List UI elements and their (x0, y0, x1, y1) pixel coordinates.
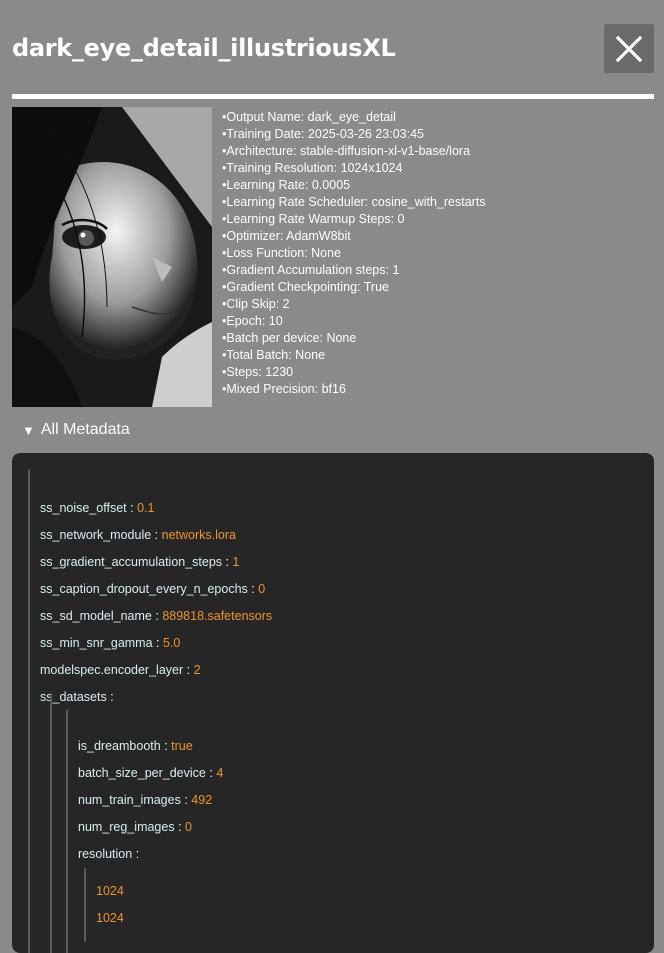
metadata-entry: modelspec.encoder_layer : 2 (40, 663, 201, 677)
metadata-value: 492 (191, 793, 213, 807)
header-divider (12, 94, 654, 99)
metadata-entry: ss_network_module : networks.lora (40, 528, 236, 542)
metadata-separator: : (130, 501, 134, 515)
metadata-key: ss_min_snr_gamma (40, 636, 153, 650)
resolution-bracket (84, 868, 86, 942)
metadata-separator: : (164, 739, 168, 753)
metadata-value: true (171, 739, 193, 753)
metadata-key: is_dreambooth (78, 739, 161, 753)
info-item: Training Resolution: 1024x1024 (222, 160, 486, 177)
metadata-entry: ss_noise_offset : 0.1 (40, 501, 154, 515)
metadata-separator: : (135, 847, 140, 861)
metadata-entry: num_train_images : 492 (78, 793, 212, 807)
training-info-list: Output Name: dark_eye_detail Training Da… (222, 109, 486, 398)
metadata-separator: : (184, 793, 188, 807)
metadata-key: ss_caption_dropout_every_n_epochs (40, 582, 248, 596)
triangle-down-icon: ▼ (22, 422, 35, 438)
preview-image (12, 107, 212, 407)
metadata-entry: resolution : (78, 847, 139, 861)
metadata-value: 1 (232, 555, 240, 569)
metadata-separator: : (156, 636, 160, 650)
info-item: Loss Function: None (222, 245, 486, 262)
all-metadata-label: All Metadata (40, 421, 130, 438)
metadata-key: ss_sd_model_name (40, 609, 152, 623)
close-icon (616, 35, 642, 62)
info-item: Mixed Precision: bf16 (222, 381, 486, 398)
metadata-value: 889818.safetensors (162, 609, 273, 623)
list-item: 1024 (96, 911, 124, 925)
metadata-entry: ss_min_snr_gamma : 5.0 (40, 636, 180, 650)
metadata-key: num_reg_images (78, 820, 175, 834)
info-item: Epoch: 10 (222, 313, 486, 330)
metadata-value: 5.0 (163, 636, 181, 650)
info-item: Batch per device: None (222, 330, 486, 347)
info-item: Learning Rate: 0.0005 (222, 177, 486, 194)
dataset-object: is_dreambooth : true batch_size_per_devi… (66, 709, 654, 953)
metadata-entry: batch_size_per_device : 4 (78, 766, 223, 780)
metadata-key: modelspec.encoder_layer (40, 663, 184, 677)
metadata-value: 1024 (96, 884, 124, 898)
info-item: Clip Skip: 2 (222, 296, 486, 313)
info-item: Gradient Checkpointing: True (222, 279, 486, 296)
all-metadata-toggle[interactable]: ▼ All Metadata (22, 421, 130, 439)
metadata-separator: : (225, 555, 230, 569)
metadata-separator: : (155, 609, 159, 623)
metadata-entry: ss_sd_model_name : 889818.safetensors (40, 609, 272, 623)
info-item: Architecture: stable-diffusion-xl-v1-bas… (222, 143, 486, 160)
metadata-separator: : (251, 582, 255, 596)
metadata-value: 0.1 (137, 501, 155, 515)
page-title: dark_eye_detail_illustriousXL (12, 34, 396, 62)
metadata-separator: : (209, 766, 213, 780)
info-item: Total Batch: None (222, 347, 486, 364)
info-item: Learning Rate Warmup Steps: 0 (222, 211, 486, 228)
metadata-entry: ss_caption_dropout_every_n_epochs : 0 (40, 582, 265, 596)
metadata-value: networks.lora (161, 528, 236, 542)
info-item: Gradient Accumulation steps: 1 (222, 262, 486, 279)
metadata-value: 4 (216, 766, 224, 780)
metadata-entry: is_dreambooth : true (78, 739, 193, 753)
metadata-panel[interactable]: ss_noise_offset : 0.1 ss_network_module … (12, 453, 654, 953)
metadata-tree: ss_noise_offset : 0.1 ss_network_module … (28, 469, 654, 953)
metadata-key: ss_network_module (40, 528, 152, 542)
metadata-separator: : (178, 820, 182, 834)
metadata-value: 1024 (96, 911, 124, 925)
metadata-separator: : (186, 663, 191, 677)
info-item: Steps: 1230 (222, 364, 486, 381)
metadata-separator: : (154, 528, 159, 542)
list-item: 1024 (96, 884, 124, 898)
metadata-key: batch_size_per_device (78, 766, 206, 780)
metadata-key: ss_noise_offset (40, 501, 127, 515)
metadata-key: num_train_images (78, 793, 181, 807)
metadata-key: ss_gradient_accumulation_steps (40, 555, 223, 569)
info-item: Output Name: dark_eye_detail (222, 109, 486, 126)
info-item: Optimizer: AdamW8bit (222, 228, 486, 245)
metadata-entry: num_reg_images : 0 (78, 820, 192, 834)
info-item: Learning Rate Scheduler: cosine_with_res… (222, 194, 485, 211)
metadata-value: 0 (185, 820, 192, 834)
metadata-entry: ss_gradient_accumulation_steps : 1 (40, 555, 239, 569)
metadata-value: 2 (193, 663, 201, 677)
close-button[interactable] (604, 24, 654, 73)
datasets-list: is_dreambooth : true batch_size_per_devi… (50, 693, 654, 953)
metadata-key: resolution (78, 847, 133, 861)
info-item: Training Date: 2025-03-26 23:03:45 (222, 126, 486, 143)
metadata-value: 0 (258, 582, 266, 596)
